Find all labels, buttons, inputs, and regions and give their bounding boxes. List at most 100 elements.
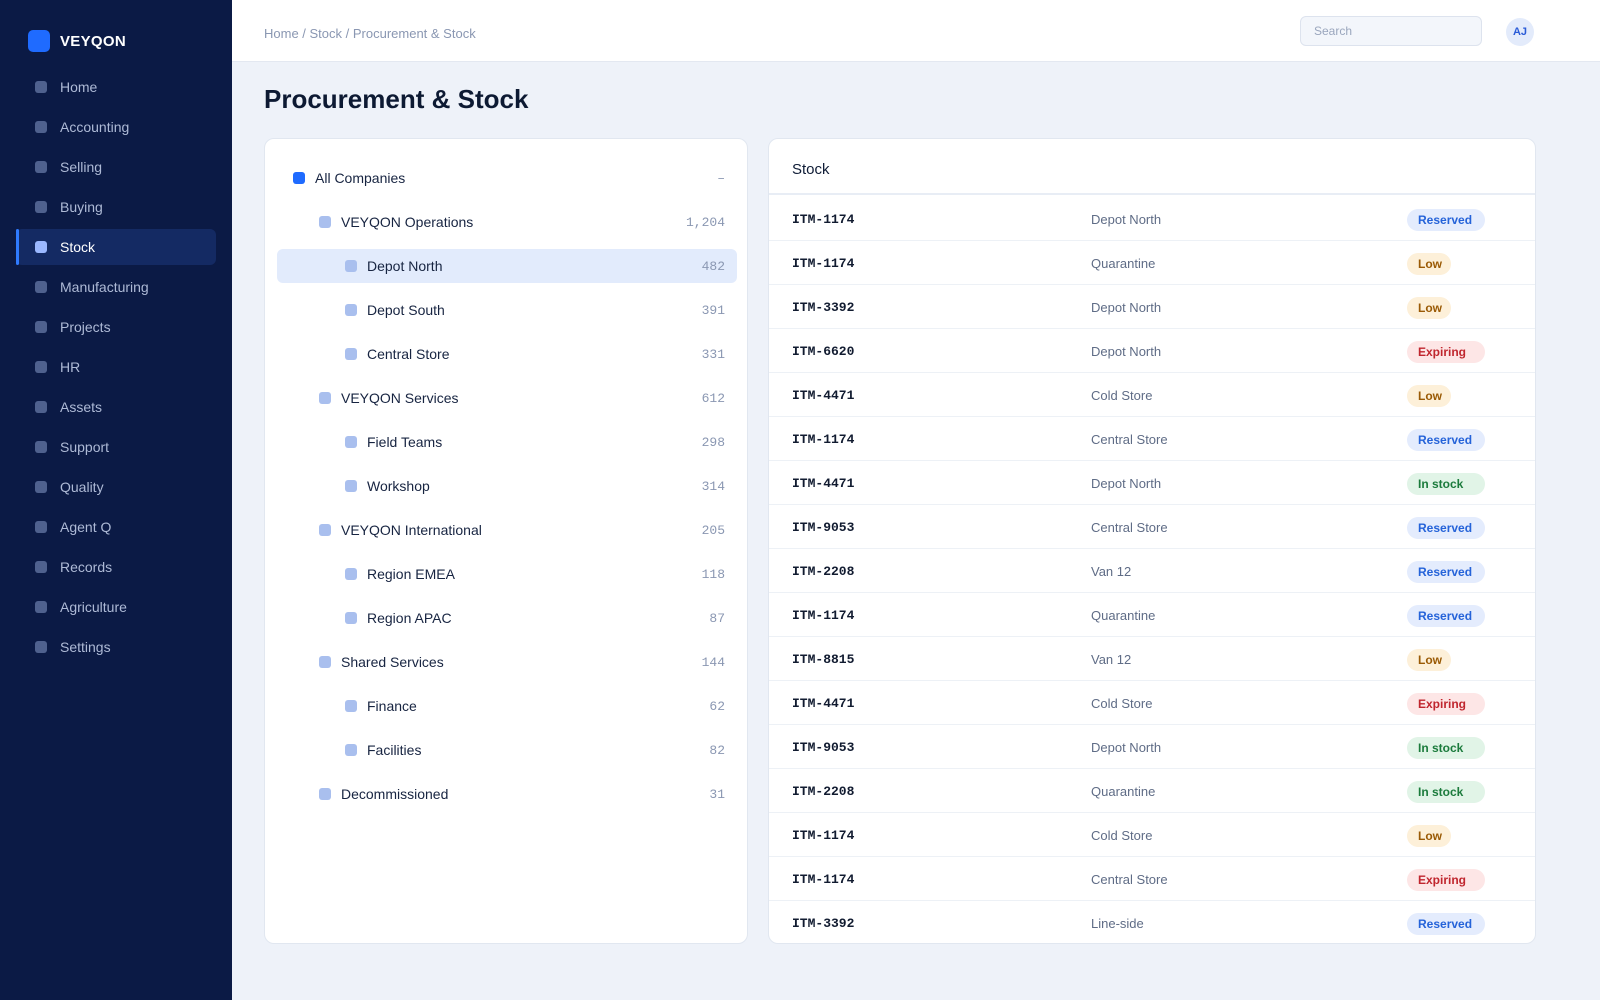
item-code: ITM-1174	[792, 608, 855, 623]
table-row[interactable]: ITM-2208 Van 12 Reserved	[769, 549, 1535, 593]
avatar[interactable]: AJ	[1506, 18, 1534, 46]
top-bar: Home / Stock / Procurement & Stock AJ	[232, 0, 1600, 62]
sidebar-item-buying[interactable]: Buying	[16, 189, 216, 225]
brand[interactable]: VEYQON	[28, 30, 126, 52]
table-row[interactable]: ITM-9053 Depot North In stock	[769, 725, 1535, 769]
sidebar-item-stock[interactable]: Stock	[16, 229, 216, 265]
table-row[interactable]: ITM-1174 Quarantine Reserved	[769, 593, 1535, 637]
table-row[interactable]: ITM-1174 Quarantine Low	[769, 241, 1535, 285]
sidebar-nav: Home Accounting Selling Buying Stock Manufact…	[16, 69, 216, 669]
nav-bullet-icon	[35, 121, 47, 133]
node-bullet-icon	[319, 788, 331, 800]
table-row[interactable]: ITM-6620 Depot North Expiring	[769, 329, 1535, 373]
status-badge: In stock	[1407, 473, 1485, 495]
sidebar-item-records[interactable]: Records	[16, 549, 216, 585]
sidebar-item-manufacturing[interactable]: Manufacturing	[16, 269, 216, 305]
sidebar-item-home[interactable]: Home	[16, 69, 216, 105]
tree-node[interactable]: Finance 62	[277, 689, 737, 723]
tree-node-count: –	[717, 170, 725, 186]
status-badge: In stock	[1407, 737, 1485, 759]
status-badge: Low	[1407, 649, 1451, 671]
tree-node[interactable]: Field Teams 298	[277, 425, 737, 459]
table-row[interactable]: ITM-4471 Depot North In stock	[769, 461, 1535, 505]
tree-node[interactable]: VEYQON Services 612	[277, 381, 737, 415]
sidebar-item-assets[interactable]: Assets	[16, 389, 216, 425]
item-location: Cold Store	[1091, 696, 1153, 711]
tree-node-count: 482	[701, 258, 725, 274]
tree-node[interactable]: Region APAC 87	[277, 601, 737, 635]
table-row[interactable]: ITM-1174 Cold Store Low	[769, 813, 1535, 857]
tree-node[interactable]: Shared Services 144	[277, 645, 737, 679]
sidebar-item-label: Accounting	[60, 119, 130, 135]
sidebar-item-quality[interactable]: Quality	[16, 469, 216, 505]
sidebar-item-support[interactable]: Support	[16, 429, 216, 465]
status-badge: Reserved	[1407, 605, 1485, 627]
tree-node[interactable]: Decommissioned 31	[277, 777, 737, 811]
tree-node-count: 87	[709, 610, 725, 626]
tree-node-count: 144	[701, 654, 725, 670]
item-code: ITM-3392	[792, 916, 855, 931]
tree-node-count: 612	[701, 390, 725, 406]
table-row[interactable]: ITM-8815 Van 12 Low	[769, 637, 1535, 681]
table-row[interactable]: ITM-1174 Central Store Expiring	[769, 857, 1535, 901]
nav-bullet-icon	[35, 161, 47, 173]
item-code: ITM-6620	[792, 344, 855, 359]
tree-node-count: 1,204	[685, 214, 725, 230]
node-bullet-icon	[319, 524, 331, 536]
tree-node-label: VEYQON Services	[341, 390, 459, 406]
tree-node[interactable]: VEYQON Operations 1,204	[277, 205, 737, 239]
tree-node-label: Depot North	[367, 258, 443, 274]
tree-node[interactable]: VEYQON International 205	[277, 513, 737, 547]
tree-node[interactable]: All Companies –	[277, 161, 737, 195]
table-row[interactable]: ITM-4471 Cold Store Expiring	[769, 681, 1535, 725]
tree-node-label: Region EMEA	[367, 566, 455, 582]
table-row[interactable]: ITM-9053 Central Store Reserved	[769, 505, 1535, 549]
item-code: ITM-4471	[792, 476, 855, 491]
search-input[interactable]	[1300, 16, 1482, 46]
tree-node[interactable]: Facilities 82	[277, 733, 737, 767]
sidebar-item-agent-q[interactable]: Agent Q	[16, 509, 216, 545]
table-row[interactable]: ITM-1174 Depot North Reserved	[769, 197, 1535, 241]
tree-node[interactable]: Central Store 331	[277, 337, 737, 371]
status-badge: In stock	[1407, 781, 1485, 803]
item-location: Depot North	[1091, 300, 1162, 315]
nav-bullet-icon	[35, 521, 47, 533]
table-row[interactable]: ITM-3392 Line-side Reserved	[769, 901, 1535, 943]
sidebar-item-selling[interactable]: Selling	[16, 149, 216, 185]
table-row[interactable]: ITM-3392 Depot North Low	[769, 285, 1535, 329]
tree-node[interactable]: Depot South 391	[277, 293, 737, 327]
item-location: Quarantine	[1091, 256, 1156, 271]
item-code: ITM-4471	[792, 388, 855, 403]
sidebar-item-projects[interactable]: Projects	[16, 309, 216, 345]
tree-node-count: 298	[701, 434, 725, 450]
tree-node-label: Shared Services	[341, 654, 444, 670]
table-row[interactable]: ITM-1174 Central Store Reserved	[769, 417, 1535, 461]
nav-bullet-icon	[35, 321, 47, 333]
node-bullet-icon	[345, 348, 357, 360]
item-code: ITM-1174	[792, 432, 855, 447]
node-bullet-icon	[345, 304, 357, 316]
table-row[interactable]: ITM-4471 Cold Store Low	[769, 373, 1535, 417]
item-code: ITM-4471	[792, 696, 855, 711]
sidebar-item-agriculture[interactable]: Agriculture	[16, 589, 216, 625]
tree-node-label: Decommissioned	[341, 786, 449, 802]
item-code: ITM-1174	[792, 212, 855, 227]
item-code: ITM-1174	[792, 256, 855, 271]
tree-node[interactable]: Region EMEA 118	[277, 557, 737, 591]
tree-node[interactable]: Workshop 314	[277, 469, 737, 503]
tree-node-label: Region APAC	[367, 610, 452, 626]
item-code: ITM-2208	[792, 564, 855, 579]
tree-node[interactable]: Depot North 482	[277, 249, 737, 283]
breadcrumb[interactable]: Home / Stock / Procurement & Stock	[264, 26, 476, 41]
sidebar-item-accounting[interactable]: Accounting	[16, 109, 216, 145]
sidebar-item-settings[interactable]: Settings	[16, 629, 216, 665]
company-tree-panel: All Companies – VEYQON Operations 1,204 Depo…	[264, 138, 748, 944]
table-row[interactable]: ITM-2208 Quarantine In stock	[769, 769, 1535, 813]
node-bullet-icon	[345, 612, 357, 624]
item-location: Depot North	[1091, 740, 1162, 755]
sidebar-item-hr[interactable]: HR	[16, 349, 216, 385]
sidebar-item-label: Agriculture	[60, 599, 127, 615]
item-location: Depot North	[1091, 212, 1162, 227]
sidebar-item-label: Agent Q	[60, 519, 112, 535]
page-title: Procurement & Stock	[264, 84, 529, 114]
